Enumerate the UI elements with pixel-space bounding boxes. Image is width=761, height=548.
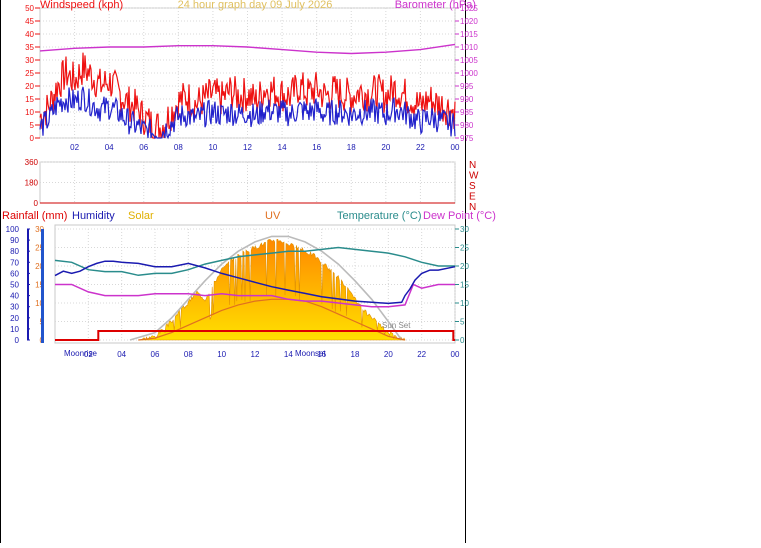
time-tick-label: 00 <box>451 143 460 152</box>
wind-speed-tick-label: 40 <box>25 30 34 39</box>
weather-graph: 0 5 10 15 20 25 30 35 40 45 50 975 980 985 990 995 1000… <box>0 0 761 543</box>
wind-direction-degree-axis: 360 180 0 <box>25 158 39 208</box>
time-tick-label: 10 <box>217 350 226 359</box>
wind-speed-tick-label: 25 <box>25 69 34 78</box>
temperature-tick-label: 10 <box>460 299 469 308</box>
rainfall-label: Rainfall (mm) <box>2 210 67 222</box>
humidity-tick-label: 100 <box>6 225 20 234</box>
time-tick-label: 20 <box>384 350 393 359</box>
time-tick-label: 00 <box>451 350 460 359</box>
direction-tick-label: 360 <box>25 158 39 167</box>
time-tick-label: 04 <box>105 143 114 152</box>
humidity-tick-label: 20 <box>10 314 19 323</box>
time-tick-label: 02 <box>70 143 79 152</box>
wind-speed-tick-label: 30 <box>25 56 34 65</box>
humidity-label: Humidity <box>72 210 115 222</box>
time-tick-label: 08 <box>184 350 193 359</box>
time-tick-label: 22 <box>416 143 425 152</box>
humidity-tick-label: 60 <box>10 269 19 278</box>
compass-letter: N <box>469 160 476 171</box>
solar-label: Solar <box>128 210 154 222</box>
barometer-tick-label: 1010 <box>460 43 478 52</box>
humidity-tick-label: 90 <box>10 236 19 245</box>
rain-axis-bar <box>41 229 44 343</box>
time-tick-label: 06 <box>139 143 148 152</box>
wind-speed-tick-label: 0 <box>30 134 35 143</box>
direction-tick-label: 180 <box>25 179 39 188</box>
wind-speed-tick-label: 15 <box>25 95 34 104</box>
time-tick-label: 16 <box>312 143 321 152</box>
compass-letter: E <box>469 192 476 203</box>
time-tick-label: 04 <box>117 350 126 359</box>
barometer-tick-label: 975 <box>460 134 474 143</box>
wind-panel-time-axis: 02 04 06 08 10 12 14 16 18 20 22 00 <box>70 143 460 152</box>
temperature-tick-label: 5 <box>460 318 465 327</box>
humidity-tick-label: 30 <box>10 303 19 312</box>
dew-point-label: Dew Point (°C) <box>423 210 496 222</box>
barometer-tick-label: 995 <box>460 82 474 91</box>
wind-speed-tick-label: 5 <box>30 121 35 130</box>
barometer-tick-label: 1005 <box>460 56 478 65</box>
wind-direction-panel: 3601800 NWSEN <box>25 158 479 213</box>
wind-speed-tick-label: 45 <box>25 17 34 26</box>
time-tick-label: 06 <box>151 350 160 359</box>
barometer-tick-label: 1015 <box>460 30 478 39</box>
time-tick-label: 14 <box>284 350 293 359</box>
sunset-label: Sun Set <box>382 321 411 330</box>
barometer-tick-label: 990 <box>460 95 474 104</box>
temperature-axis: 0 5 10 15 20 25 30 <box>455 225 469 345</box>
humidity-axis: 0 10 20 30 40 50 60 70 80 90 100 <box>6 225 30 345</box>
humidity-tick-label: 10 <box>10 325 19 334</box>
barometer-tick-label: 985 <box>460 108 474 117</box>
temperature-tick-label: 25 <box>460 244 469 253</box>
humidity-tick-label: 40 <box>10 292 19 301</box>
time-tick-label: 18 <box>351 350 360 359</box>
wind-speed-tick-label: 35 <box>25 43 34 52</box>
humidity-tick-label: 0 <box>15 336 20 345</box>
barometer-axis-label: Barometer (hPa) <box>395 0 476 11</box>
wind-direction-compass-axis: NWSEN <box>469 160 479 213</box>
time-tick-label: 18 <box>347 143 356 152</box>
moonset-label: Moonset <box>295 349 326 358</box>
time-tick-label: 10 <box>208 143 217 152</box>
weather-graph-canvas: 05101520253035404550 9759809859909951000… <box>0 0 496 543</box>
temperature-tick-label: 30 <box>460 225 469 234</box>
wind-speed-tick-label: 20 <box>25 82 34 91</box>
direction-tick-label: 0 <box>34 199 39 208</box>
temp-panel-time-axis: 02 04 06 08 10 12 14 16 18 20 22 00 <box>84 350 460 359</box>
barometer-tick-label: 1020 <box>460 17 478 26</box>
humidity-tick-label: 70 <box>10 258 19 267</box>
wind-speed-tick-label: 10 <box>25 108 34 117</box>
barometer-tick-label: 980 <box>460 121 474 130</box>
wind-speed-axis: 0 5 10 15 20 25 30 35 40 45 50 <box>25 4 40 143</box>
time-tick-label: 12 <box>243 143 252 152</box>
temperature-tick-label: 20 <box>460 262 469 271</box>
wind-speed-tick-label: 50 <box>25 4 34 13</box>
time-tick-label: 20 <box>381 143 390 152</box>
barometer-tick-label: 1000 <box>460 69 478 78</box>
graph-title: 24 hour graph day 09 July 2026 <box>178 0 333 11</box>
compass-letter: S <box>469 181 476 192</box>
temperature-tick-label: 0 <box>460 336 465 345</box>
humidity-tick-label: 50 <box>10 281 19 290</box>
time-tick-label: 12 <box>251 350 260 359</box>
wind-barometer-panel: 05101520253035404550 9759809859909951000… <box>25 0 478 152</box>
compass-letter: W <box>469 171 479 182</box>
temp-humidity-solar-panel: 0 10 20 30 40 50 60 70 80 90 100 0 5 10 15 20 25 30 0 5 10… <box>2 210 496 359</box>
time-tick-label: 14 <box>278 143 287 152</box>
moonrise-label: Moonrise <box>64 349 97 358</box>
humidity-tick-label: 80 <box>10 247 19 256</box>
temperature-tick-label: 15 <box>460 281 469 290</box>
windspeed-axis-label: Windspeed (kph) <box>40 0 123 11</box>
temperature-label: Temperature (°C) <box>337 210 421 222</box>
time-tick-label: 08 <box>174 143 183 152</box>
barometer-axis: 975980985990995100010051010101510201025 <box>455 4 478 143</box>
time-tick-label: 22 <box>417 350 426 359</box>
uv-label: UV <box>265 210 281 222</box>
